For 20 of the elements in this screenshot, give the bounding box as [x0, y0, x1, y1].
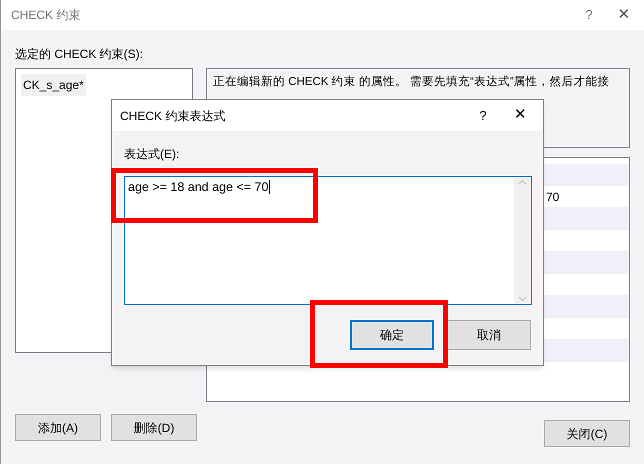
field-label: 表达式(E): — [124, 146, 180, 163]
dialog-button[interactable]: 取消 — [447, 320, 531, 350]
dialog-button[interactable]: 确定 — [350, 320, 434, 350]
close-button[interactable]: ✕ — [498, 104, 543, 127]
description-text: 正在编辑新的 CHECK 约束 的属性。 需要先填充“表达式”属性，然后才能接 — [213, 76, 610, 88]
constraint-item[interactable]: CK_s_age* — [21, 74, 86, 96]
help-button[interactable]: ? — [574, 5, 604, 25]
window-title: CHECK 约束 — [11, 7, 80, 24]
expression-text: age >= 18 and age <= 70 — [128, 180, 270, 194]
action-button[interactable]: 删除(D) — [111, 414, 197, 441]
scroll-down-icon[interactable] — [518, 296, 527, 302]
action-button[interactable]: 添加(A) — [15, 414, 101, 441]
expression-field[interactable]: age >= 18 and age <= 70 — [124, 176, 532, 305]
dialog-title: CHECK 约束表达式 — [120, 108, 226, 124]
close-dialog-button[interactable]: 关闭(C) — [544, 420, 630, 447]
close-button[interactable]: ✕ — [604, 4, 644, 26]
property-value: 70 — [546, 188, 560, 206]
scroll-up-icon[interactable] — [518, 179, 527, 185]
list-label: 选定的 CHECK 约束(S): — [15, 46, 144, 63]
help-button[interactable]: ? — [468, 106, 498, 126]
